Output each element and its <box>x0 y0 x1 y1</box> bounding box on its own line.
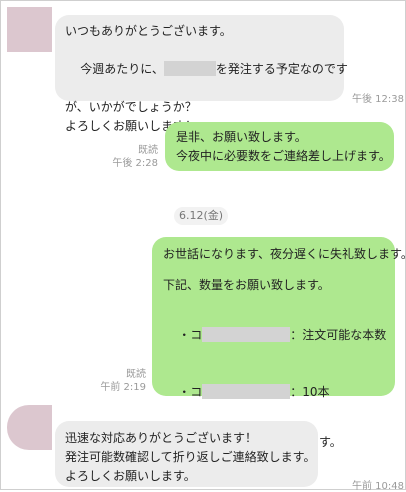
message-line: よろしくお願いします。 <box>65 469 196 483</box>
message-line: 発注可能数確認して折り返しご連絡致します。 <box>65 450 316 464</box>
read-label: 既読 <box>138 145 158 156</box>
message-timestamp: 午後 2:28 <box>112 158 158 169</box>
message-line: いつもありがとうございます。 <box>65 24 232 38</box>
message-line: ・コ ：注文可能な本数 <box>178 327 387 342</box>
redacted-text <box>202 384 291 399</box>
contact-avatar[interactable] <box>7 7 52 52</box>
message-line: お世話になります、夜分遅くに失礼致します。 <box>163 247 406 261</box>
message-timestamp: 午後 12:38 <box>352 94 404 105</box>
date-separator: 6.12(金) <box>174 207 228 225</box>
message-line: 迅速な対応ありがとうございます！ <box>65 431 258 445</box>
read-receipt: 既読 午後 2:28 <box>112 144 158 170</box>
message-line: 下記、数量をお願い致します。 <box>163 278 330 292</box>
message-line: ・コ ：10本 <box>178 384 330 399</box>
outgoing-message-bubble[interactable]: 是非、お願い致します。 今夜中に必要数をご連絡差し上げます。 <box>165 122 394 171</box>
read-receipt: 既読 午前 2:19 <box>98 368 146 394</box>
incoming-message-bubble[interactable]: いつもありがとうございます。 今週あたりに、 を発注する予定なのです が、いかがで… <box>55 15 348 133</box>
read-label: 既読 <box>126 369 146 380</box>
message-timestamp: 午前 2:19 <box>100 382 146 393</box>
redacted-text <box>163 61 216 76</box>
redacted-text <box>202 327 291 342</box>
incoming-message-bubble[interactable]: 迅速な対応ありがとうございます！ 発注可能数確認して折り返しご連絡致します。 よ… <box>55 421 318 487</box>
contact-avatar[interactable] <box>7 405 52 450</box>
message-line: 今夜中に必要数をご連絡差し上げます。 <box>176 149 391 163</box>
message-line: 是非、お願い致します。 <box>176 130 307 144</box>
message-line: が、いかがでしょうか？ <box>65 100 197 114</box>
message-line: 今週あたりに、 を発注する予定なのです <box>80 61 348 76</box>
outgoing-message-bubble[interactable]: お世話になります、夜分遅くに失礼致します。 下記、数量をお願い致します。 ・コ：… <box>152 237 406 449</box>
